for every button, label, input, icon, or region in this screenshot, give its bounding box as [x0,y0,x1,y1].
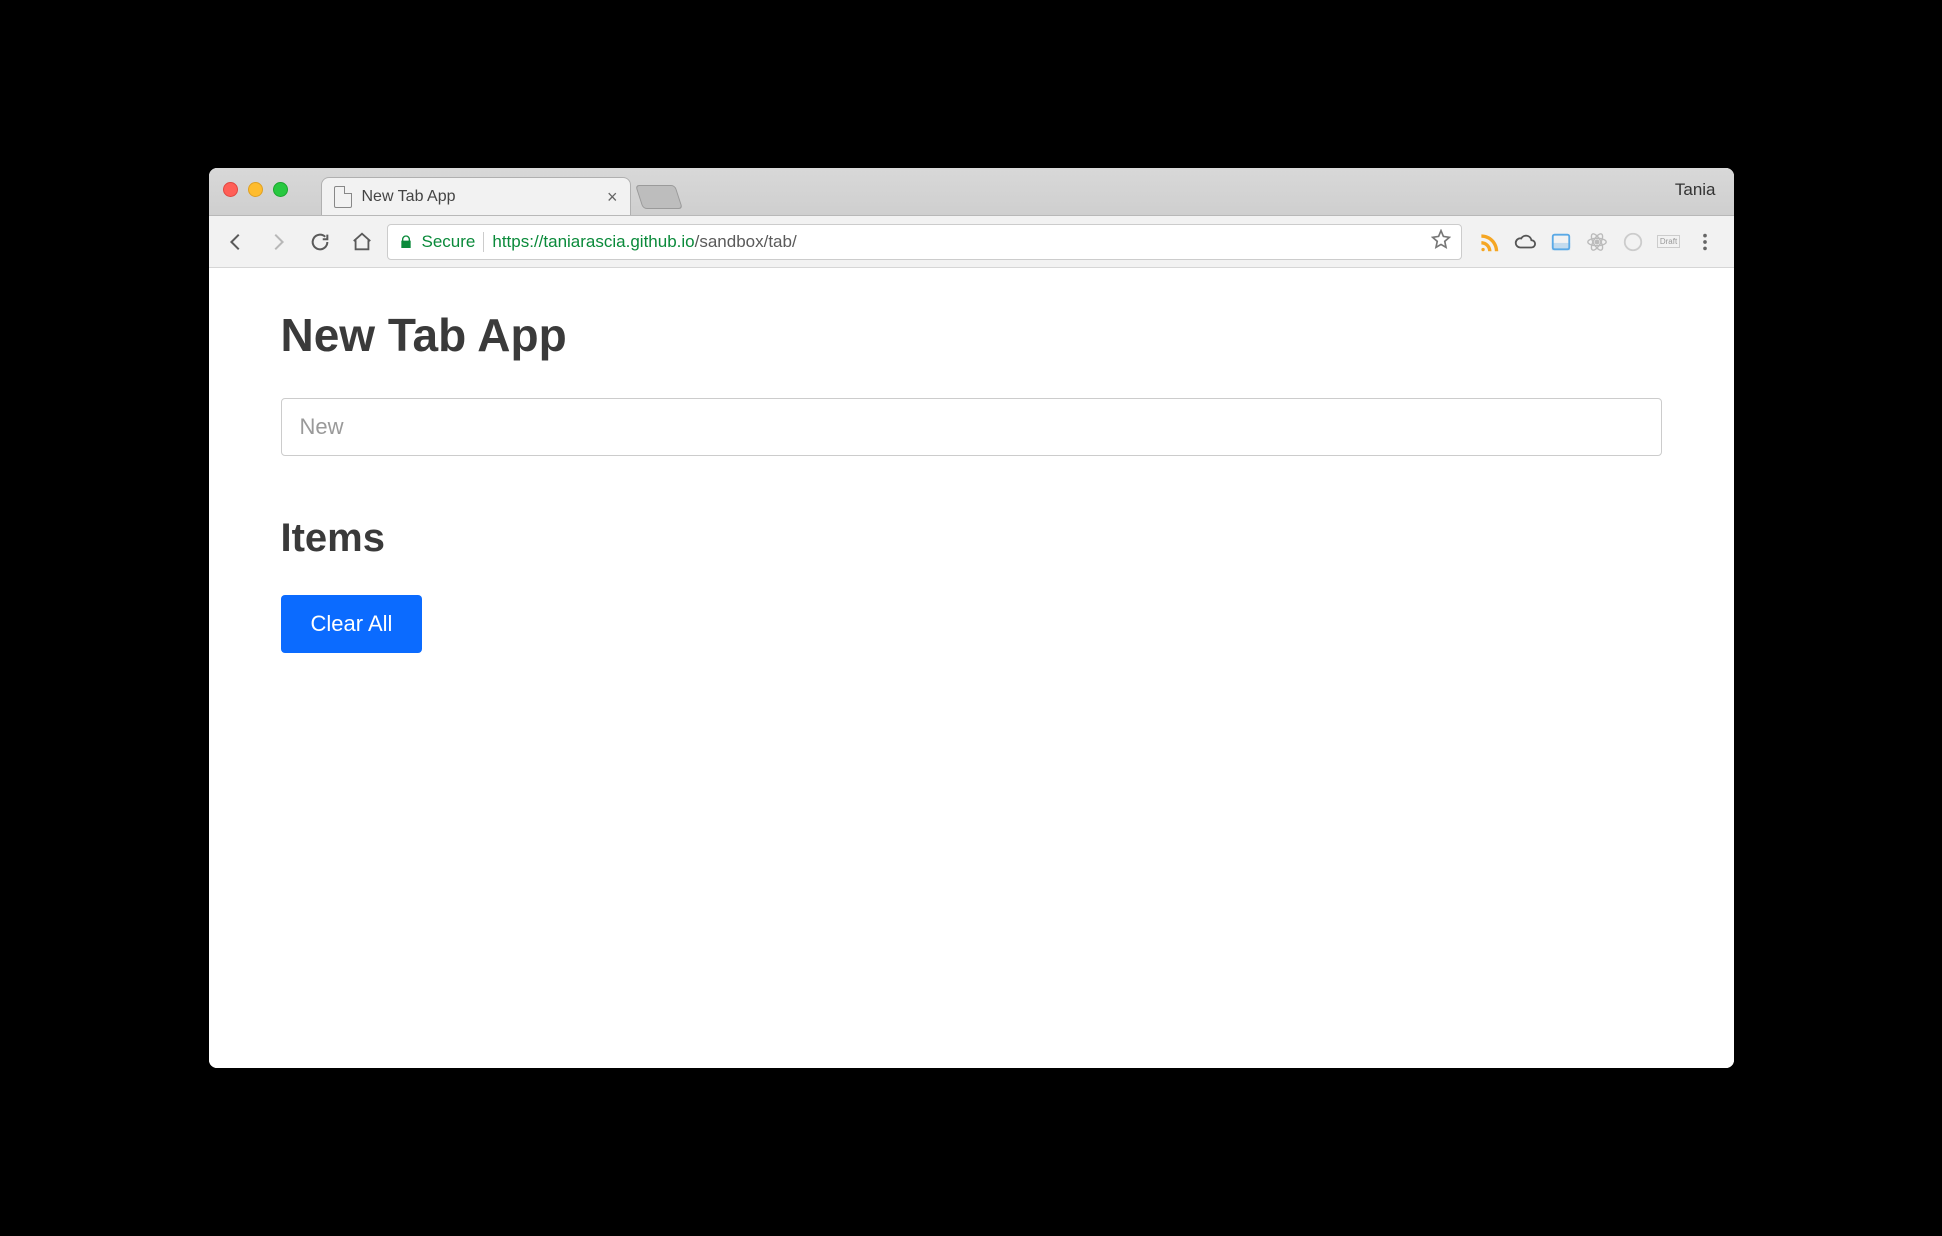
draft-icon[interactable]: Draft [1656,229,1682,255]
atom-icon[interactable] [1584,229,1610,255]
url-text: https://taniarascia.github.io/sandbox/ta… [492,232,796,252]
tab-strip: New Tab App × Tania [209,168,1734,216]
menu-kebab-icon[interactable] [1692,229,1718,255]
home-button[interactable] [345,225,379,259]
circle-icon[interactable] [1620,229,1646,255]
secure-label: Secure [422,232,476,252]
fullscreen-window-button[interactable] [273,182,288,197]
new-item-input[interactable] [281,398,1662,456]
back-button[interactable] [219,225,253,259]
clear-all-button[interactable]: Clear All [281,595,423,653]
url-host: https://taniarascia.github.io [492,232,694,251]
cloud-icon[interactable] [1512,229,1538,255]
profile-name[interactable]: Tania [1675,180,1716,200]
page-viewport: New Tab App Items Clear All [209,268,1734,1068]
close-window-button[interactable] [223,182,238,197]
page-title: New Tab App [281,308,1662,362]
page-icon [334,186,352,208]
rss-icon[interactable] [1476,229,1502,255]
new-tab-button[interactable] [635,185,683,209]
forward-button[interactable] [261,225,295,259]
extension-icons: Draft [1470,229,1724,255]
reload-button[interactable] [303,225,337,259]
panel-icon[interactable] [1548,229,1574,255]
browser-tab[interactable]: New Tab App × [321,177,631,215]
bookmark-star-icon[interactable] [1431,229,1451,254]
browser-window: New Tab App × Tania Secure https://tania… [209,168,1734,1068]
divider [483,232,484,252]
lock-icon [398,234,414,250]
minimize-window-button[interactable] [248,182,263,197]
url-path: /sandbox/tab/ [695,232,797,251]
tab-title: New Tab App [362,188,456,206]
items-heading: Items [281,516,1662,561]
browser-toolbar: Secure https://taniarascia.github.io/san… [209,216,1734,268]
address-bar[interactable]: Secure https://taniarascia.github.io/san… [387,224,1462,260]
close-tab-icon[interactable]: × [607,188,618,206]
window-controls [223,182,288,197]
